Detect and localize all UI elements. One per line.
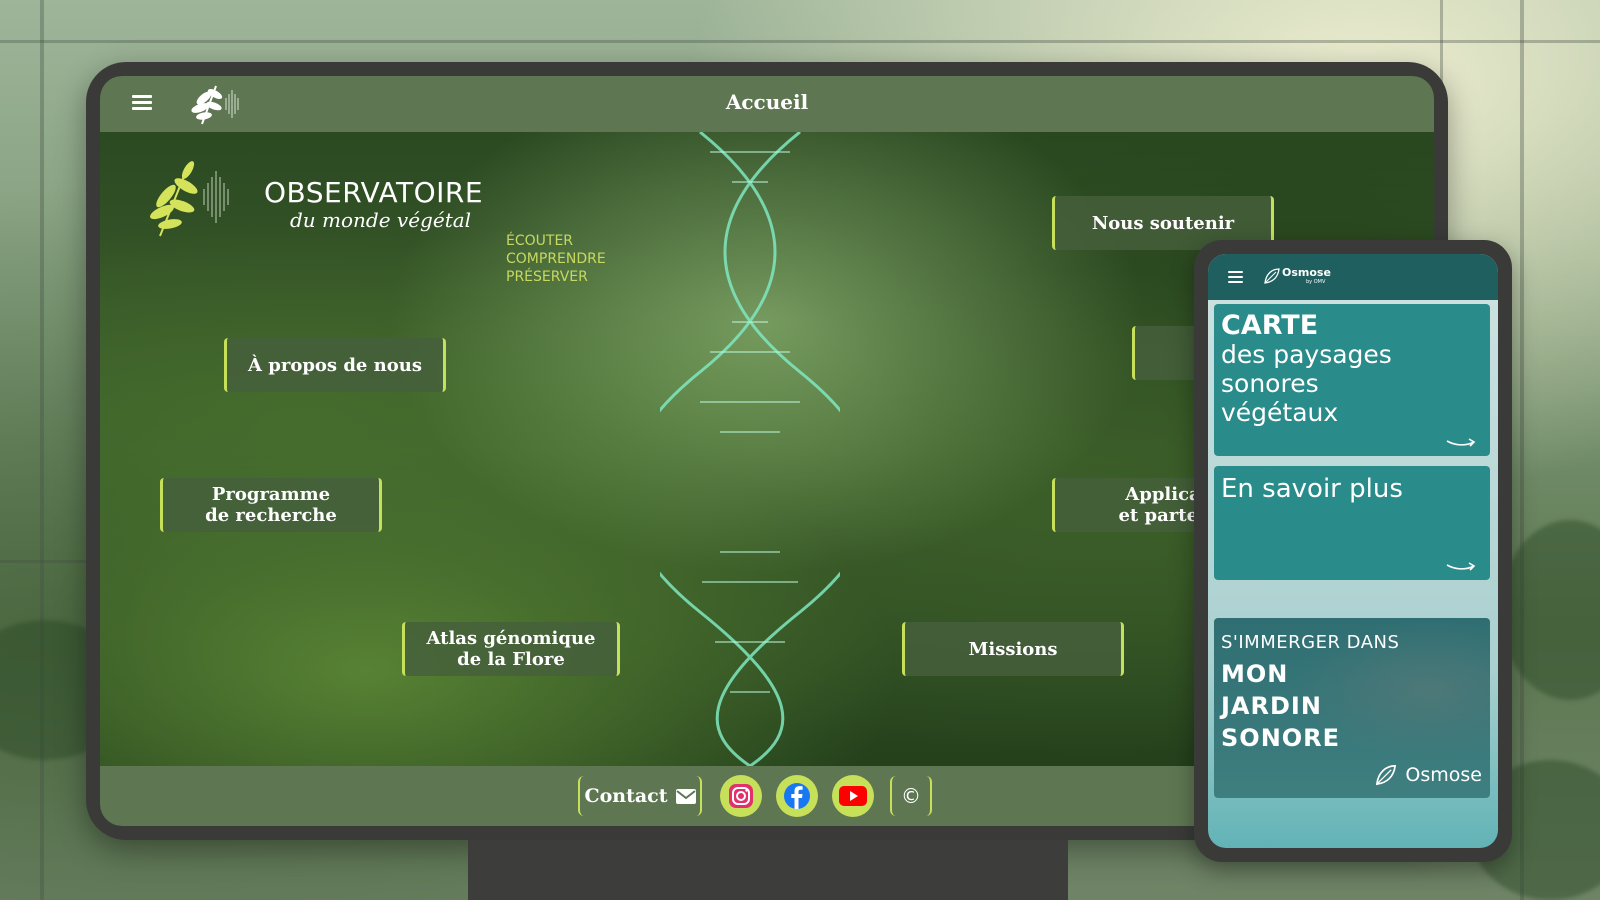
copyright-icon: © [901,784,921,808]
arrow-right-icon [1446,562,1476,571]
tagline-line: COMPRENDRE [506,251,606,267]
missions-button-label: Missions [968,638,1058,660]
contact-label: Contact [584,785,668,807]
facebook-icon[interactable] [776,775,818,817]
learn-more-card[interactable]: En savoir plus [1214,466,1490,580]
hamburger-icon[interactable] [1228,271,1243,283]
contact-button[interactable]: Contact [578,776,702,816]
leaf-soundwave-logo-icon [150,161,229,237]
brand-name: OBSERVATOIRE [264,176,484,209]
card-subtitle-line: des paysages [1221,340,1392,369]
card-title-line: MON [1221,660,1289,688]
card-kicker: S'IMMERGER DANS [1221,632,1400,653]
tagline-line: PRÉSERVER [506,269,588,285]
top-bar: Accueil [100,76,1434,132]
page-title: Accueil [725,90,809,114]
copyright-button[interactable]: © [890,776,932,816]
atlas-label-line2: de la Flore [457,649,565,670]
card-subtitle: des paysages sonores végétaux [1221,340,1392,427]
missions-button[interactable]: Missions [902,622,1124,676]
osmose-brand: Osmose [1373,762,1482,788]
instagram-icon[interactable] [720,775,762,817]
atlas-label-line1: Atlas génomique [426,628,596,649]
envelope-icon [675,788,696,804]
soundscape-map-card[interactable]: CARTE des paysages sonores végétaux [1214,304,1490,456]
monitor-stand [468,840,1068,900]
research-program-button[interactable]: Programme de recherche [160,478,382,532]
about-button-label: À propos de nous [248,354,422,376]
card-title-line: SONORE [1221,724,1341,752]
osmose-leaf-icon [1376,765,1397,786]
osmose-brand-label: Osmose [1405,764,1482,786]
support-button-label: Nous soutenir [1091,212,1235,234]
card-title-line: JARDIN [1221,692,1322,720]
app-by-label: by OMV [1306,279,1326,285]
card-subtitle-line: végétaux [1221,398,1339,427]
research-label-line2: de recherche [205,505,337,526]
arrow-right-icon [1446,438,1476,447]
sound-garden-card[interactable]: S'IMMERGER DANS MON JARDIN SONORE Osmose [1214,618,1490,798]
tagline: ÉCOUTER COMPRENDRE PRÉSERVER [506,232,606,286]
mobile-top-bar: Osmose by OMV [1208,254,1498,300]
brand-logo: OBSERVATOIRE du monde végétal [142,152,562,252]
youtube-icon[interactable] [832,775,874,817]
app-name: Osmose [1282,266,1331,279]
atlas-button[interactable]: Atlas génomique de la Flore [402,622,620,676]
mobile-screen: Osmose by OMV CARTE des paysages sonores… [1208,254,1498,848]
card-title: MON JARDIN SONORE [1221,658,1340,754]
dna-helix-illustration [660,132,840,766]
card-subtitle-line: sonores [1221,369,1319,398]
about-button[interactable]: À propos de nous [224,338,446,392]
osmose-leaf-icon [1264,268,1280,284]
brand-subtitle: du monde végétal [290,208,472,232]
card-title: En savoir plus [1221,474,1403,504]
research-label-line1: Programme [211,484,331,505]
card-title: CARTE [1221,310,1319,341]
tagline-line: ÉCOUTER [506,233,574,249]
